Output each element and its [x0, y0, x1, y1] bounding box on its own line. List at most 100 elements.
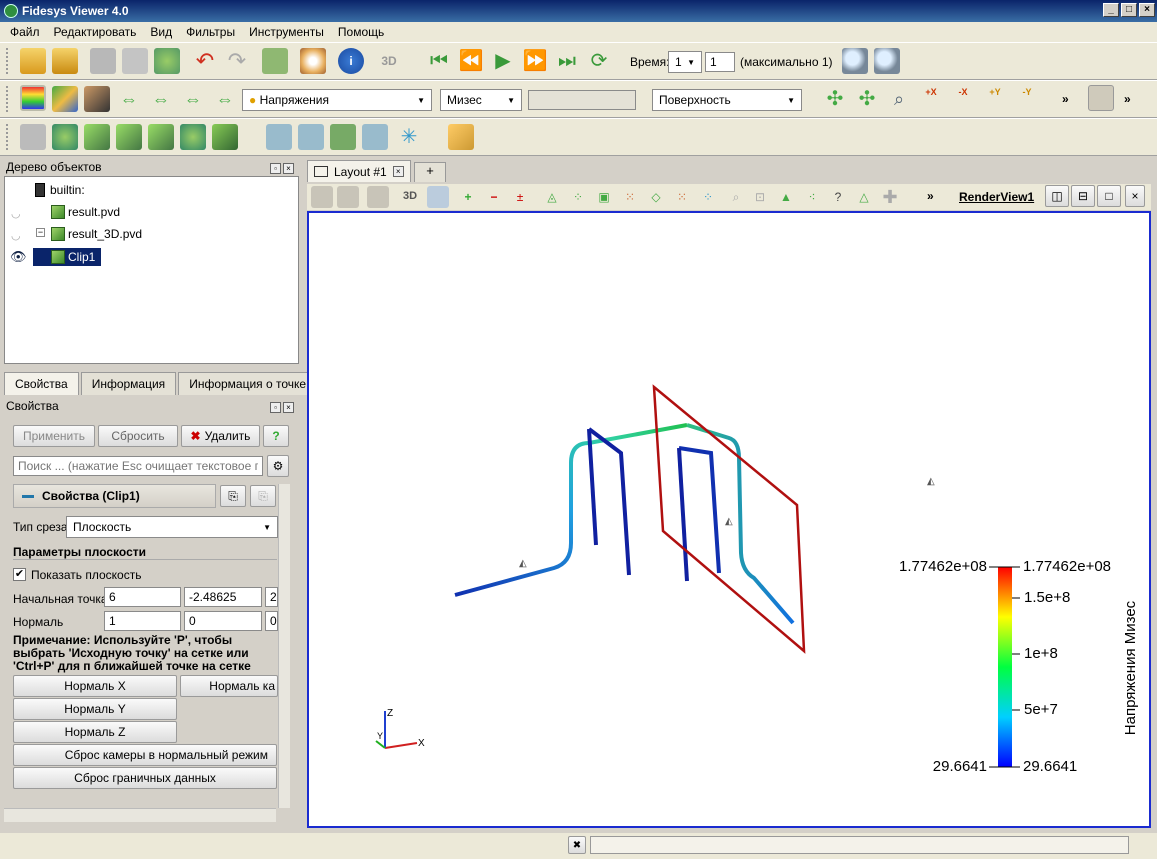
tab-layout-1[interactable]: Layout #1 × — [307, 160, 411, 182]
normal-z-field[interactable]: 0 — [265, 611, 278, 631]
slice-icon[interactable] — [116, 124, 142, 150]
threshold-icon[interactable] — [148, 124, 174, 150]
first-frame-icon[interactable]: ⏮ — [426, 48, 452, 74]
plot-over-line-icon[interactable] — [362, 124, 388, 150]
probe-icon[interactable] — [330, 124, 356, 150]
view-toolbar-overflow-icon[interactable]: » — [927, 189, 934, 203]
select-blocks-icon[interactable]: ⁙ — [671, 186, 693, 208]
origin-x-field[interactable]: 6 — [104, 587, 181, 607]
orientation-axes-icon[interactable] — [1088, 85, 1114, 111]
maximize-view-icon[interactable]: □ — [1097, 185, 1121, 207]
variable-select[interactable]: ● Напряжения — [242, 89, 432, 111]
select-remove-icon[interactable]: − — [483, 186, 505, 208]
rescale-custom-icon[interactable]: ⇔ — [116, 86, 142, 112]
zoom-add-icon[interactable] — [874, 48, 900, 74]
open-file-icon[interactable] — [20, 48, 46, 74]
loop-icon[interactable]: ⟳ — [586, 48, 612, 74]
collapse-icon[interactable]: − — [36, 228, 45, 237]
toolbar-grip[interactable] — [6, 124, 10, 150]
hover-cell-icon[interactable]: △ — [853, 186, 875, 208]
magnify-icon[interactable] — [427, 186, 449, 208]
edit-colormap-icon[interactable] — [52, 86, 78, 112]
timer-icon[interactable] — [154, 48, 180, 74]
close-tab-icon[interactable]: × — [392, 166, 404, 177]
reset-button[interactable]: Сбросить — [98, 425, 178, 447]
normal-z-button[interactable]: Нормаль Z — [13, 721, 177, 743]
next-frame-icon[interactable]: ⏩ — [522, 48, 548, 74]
triangle-cells-icon[interactable]: ▲ — [775, 186, 797, 208]
reset-camera-button[interactable]: Сброс камеры в нормальный режим — [13, 744, 277, 766]
hover-point-icon[interactable]: ? — [827, 186, 849, 208]
origin-z-field[interactable]: 2. — [265, 587, 278, 607]
select-points-view-icon[interactable]: ⁘ — [697, 186, 719, 208]
select-polygon-icon[interactable]: ◇ — [645, 186, 667, 208]
contour-icon[interactable] — [52, 124, 78, 150]
select-frustum-points-icon[interactable]: ⁙ — [619, 186, 641, 208]
zoom-to-data-icon[interactable]: ✣ — [854, 86, 880, 112]
select-surface-points-icon[interactable]: ⁘ — [567, 186, 589, 208]
menu-edit[interactable]: Редактировать — [54, 25, 137, 39]
component-select[interactable]: Мизес — [440, 89, 522, 111]
connect-icon[interactable] — [90, 48, 116, 74]
normal-x-button[interactable]: Нормаль X — [13, 675, 177, 697]
horizontal-scrollbar[interactable] — [4, 808, 276, 822]
render-view[interactable]: ◭ ◭ ◭ X Z Y 1.77462e+08 1.77462e+08 1.5e… — [307, 211, 1151, 828]
time-select[interactable]: 1 — [668, 51, 702, 73]
zoom-search-icon[interactable] — [842, 48, 868, 74]
menu-file[interactable]: Файл — [10, 25, 40, 39]
ruler-icon[interactable] — [448, 124, 474, 150]
redo-icon[interactable]: ↷ — [224, 48, 250, 74]
eye-closed-icon[interactable]: ◡ — [11, 207, 21, 220]
properties-scrollbar[interactable] — [278, 484, 290, 808]
select-surface-cells-icon[interactable]: ◬ — [541, 186, 563, 208]
point-icon[interactable]: ⁖ — [801, 186, 823, 208]
show-plane-checkbox[interactable]: ✔ — [13, 568, 26, 581]
color-legend-icon[interactable] — [20, 85, 46, 111]
toolbar-grip[interactable] — [6, 48, 10, 74]
undock-icon[interactable]: ▫ — [270, 163, 281, 174]
tab-properties[interactable]: Свойства — [4, 372, 79, 395]
rescale-visible-icon[interactable]: ⇔ — [180, 86, 206, 112]
zoom-box-icon[interactable]: ⌕ — [886, 86, 912, 112]
toolbar-overflow-icon[interactable]: » — [1062, 92, 1069, 106]
select-toggle-icon[interactable]: ± — [509, 186, 531, 208]
menu-tools[interactable]: Инструменты — [249, 25, 324, 39]
delete-button[interactable]: ✖ Удалить — [181, 425, 260, 447]
view-minus-x-icon[interactable]: -X — [950, 86, 976, 112]
calculator-icon[interactable] — [20, 124, 46, 150]
view-minus-y-icon[interactable]: -Y — [1014, 86, 1040, 112]
reset-view-icon[interactable] — [311, 186, 333, 208]
normal-y-field[interactable]: 0 — [184, 611, 262, 631]
tree-item-clip1[interactable]: Clip1 — [33, 248, 101, 266]
search-input[interactable] — [13, 456, 263, 476]
find-data-icon[interactable] — [262, 48, 288, 74]
toolbar-overflow-icon[interactable]: » — [1124, 92, 1131, 106]
play-icon[interactable]: ▶ — [490, 48, 516, 74]
tree-item-builtin[interactable]: builtin: — [35, 183, 85, 197]
eye-closed-icon[interactable]: ◡ — [11, 229, 21, 242]
view-plus-x-icon[interactable]: +X — [918, 86, 944, 112]
open-folder-icon[interactable] — [52, 48, 78, 74]
tree-item-result[interactable]: result.pvd — [51, 205, 120, 219]
menu-filters[interactable]: Фильтры — [186, 25, 235, 39]
tab-information[interactable]: Информация — [80, 372, 177, 395]
undock-icon[interactable]: ▫ — [270, 402, 281, 413]
info-icon[interactable]: i — [338, 48, 364, 74]
palette-icon[interactable] — [300, 48, 326, 74]
view-plus-y-icon[interactable]: +Y — [982, 86, 1008, 112]
normal-x-field[interactable]: 1 — [104, 611, 181, 631]
undo-icon[interactable]: ↶ — [192, 48, 218, 74]
view-3d-toggle[interactable]: 3D — [403, 190, 417, 202]
select-cells-icon[interactable] — [266, 124, 292, 150]
time-step-spinner[interactable]: 1 — [705, 52, 735, 72]
close-view-icon[interactable]: × — [1125, 185, 1145, 207]
paste-icon[interactable]: ⎘ — [250, 485, 276, 507]
select-add-icon[interactable]: + — [457, 186, 479, 208]
glyph-icon[interactable] — [212, 124, 238, 150]
disconnect-icon[interactable] — [122, 48, 148, 74]
tree-item-result-3d[interactable]: result_3D.pvd — [51, 227, 142, 241]
prev-frame-icon[interactable]: ⏪ — [458, 48, 484, 74]
menu-help[interactable]: Помощь — [338, 25, 384, 39]
reset-camera-icon[interactable]: ✣ — [822, 86, 848, 112]
origin-y-field[interactable]: -2.48625 — [184, 587, 262, 607]
